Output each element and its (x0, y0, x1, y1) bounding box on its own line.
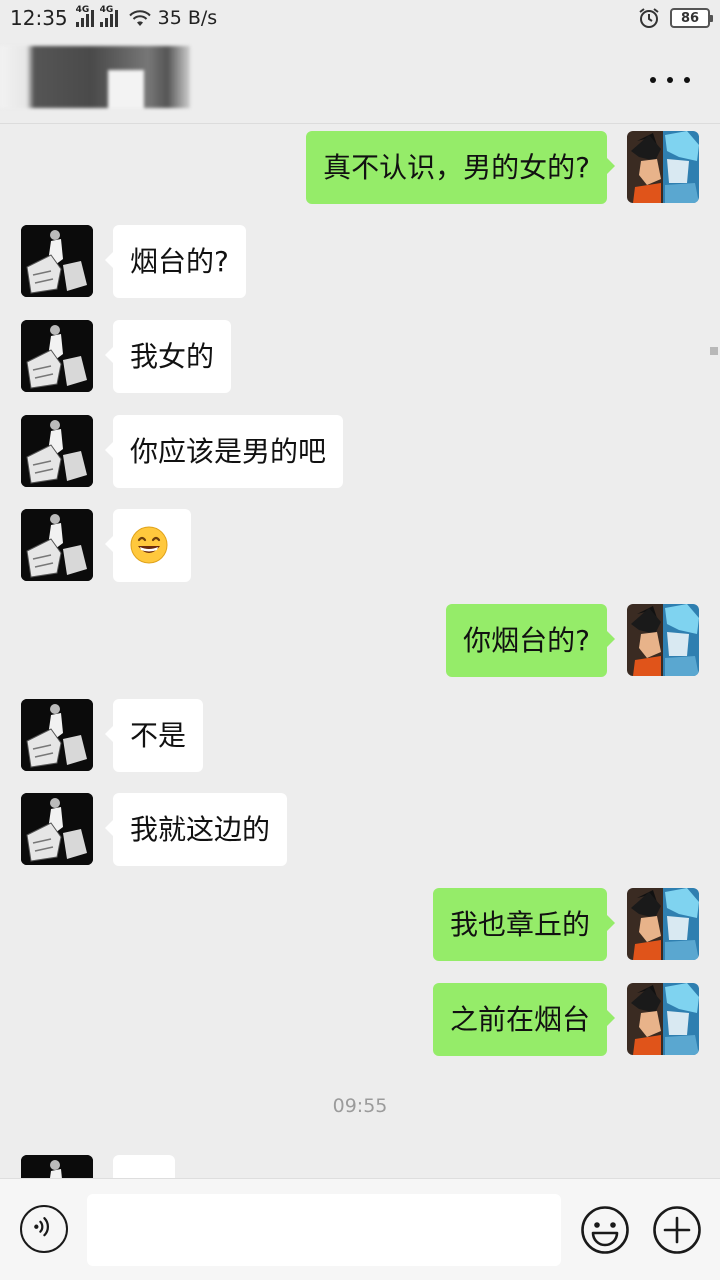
message-row: 你烟台的? (0, 604, 720, 678)
message-row: 不是 (0, 699, 720, 773)
message-row: 我就这边的 (0, 793, 720, 867)
more-dot-icon (667, 77, 673, 83)
contact-avatar[interactable] (21, 320, 93, 392)
more-dot-icon (684, 77, 690, 83)
my-avatar[interactable] (627, 888, 699, 960)
message-row: 你应该是男的吧 (0, 415, 720, 489)
message-bubble-sent[interactable]: 真不认识，男的女的? (306, 131, 615, 204)
status-bar: 12:35 4G 4G 35 B/s 86 (0, 0, 720, 36)
message-bubble-received[interactable]: 我就这边的 (104, 793, 288, 866)
scroll-indicator[interactable] (710, 347, 718, 355)
message-row: 之前在烟台 (0, 983, 720, 1057)
input-bar (0, 1178, 720, 1280)
message-bubble-received[interactable]: 我女的 (104, 320, 232, 393)
status-time: 12:35 (10, 6, 68, 30)
cell-signal-icon: 4G (75, 5, 94, 27)
more-dot-icon (650, 77, 656, 83)
cell-signal-icon-2: 4G (99, 5, 118, 27)
message-row-partial (0, 1155, 720, 1178)
voice-icon (34, 1217, 49, 1237)
wifi-icon (128, 10, 151, 26)
chat-header (0, 36, 720, 124)
message-row (0, 509, 720, 583)
message-bubble-received[interactable] (113, 1155, 175, 1178)
message-bubble-sent[interactable]: 你烟台的? (446, 604, 615, 677)
message-row: 我女的 (0, 320, 720, 394)
contact-avatar[interactable] (21, 509, 93, 581)
contact-name-blurred[interactable] (0, 46, 190, 108)
emoji-button[interactable] (580, 1205, 630, 1255)
message-input[interactable] (87, 1194, 561, 1266)
my-avatar[interactable] (627, 983, 699, 1055)
message-row: 我也章丘的 (0, 888, 720, 962)
battery-indicator: 86 (670, 8, 713, 28)
message-bubble-received[interactable] (105, 509, 191, 582)
message-bubble-sent[interactable]: 我也章丘的 (432, 888, 616, 961)
my-avatar[interactable] (627, 604, 699, 676)
contact-avatar[interactable] (21, 415, 93, 487)
contact-avatar[interactable] (21, 225, 93, 297)
more-options-button[interactable] (650, 66, 690, 94)
contact-avatar[interactable] (21, 793, 93, 865)
message-bubble-received[interactable]: 你应该是男的吧 (104, 415, 344, 488)
network-speed: 35 B/s (157, 7, 218, 29)
add-attachment-button[interactable] (652, 1205, 702, 1255)
message-row: 真不认识，男的女的? (0, 131, 720, 205)
message-bubble-sent[interactable]: 之前在烟台 (432, 983, 616, 1056)
voice-input-button[interactable] (20, 1205, 68, 1253)
contact-avatar[interactable] (21, 699, 93, 771)
chat-timestamp: 09:55 (332, 1095, 388, 1117)
my-avatar[interactable] (627, 131, 699, 203)
message-bubble-received[interactable]: 烟台的? (105, 225, 246, 298)
alarm-icon (639, 8, 659, 28)
contact-avatar[interactable] (21, 1155, 93, 1178)
message-bubble-received[interactable]: 不是 (104, 699, 204, 772)
grinning-face-icon (130, 526, 168, 564)
message-row: 烟台的? (0, 225, 720, 299)
chat-area[interactable]: 真不认识，男的女的? 烟台的? 我女的 你应该是男的吧 你烟台的? 不是 我就这… (0, 125, 720, 1178)
